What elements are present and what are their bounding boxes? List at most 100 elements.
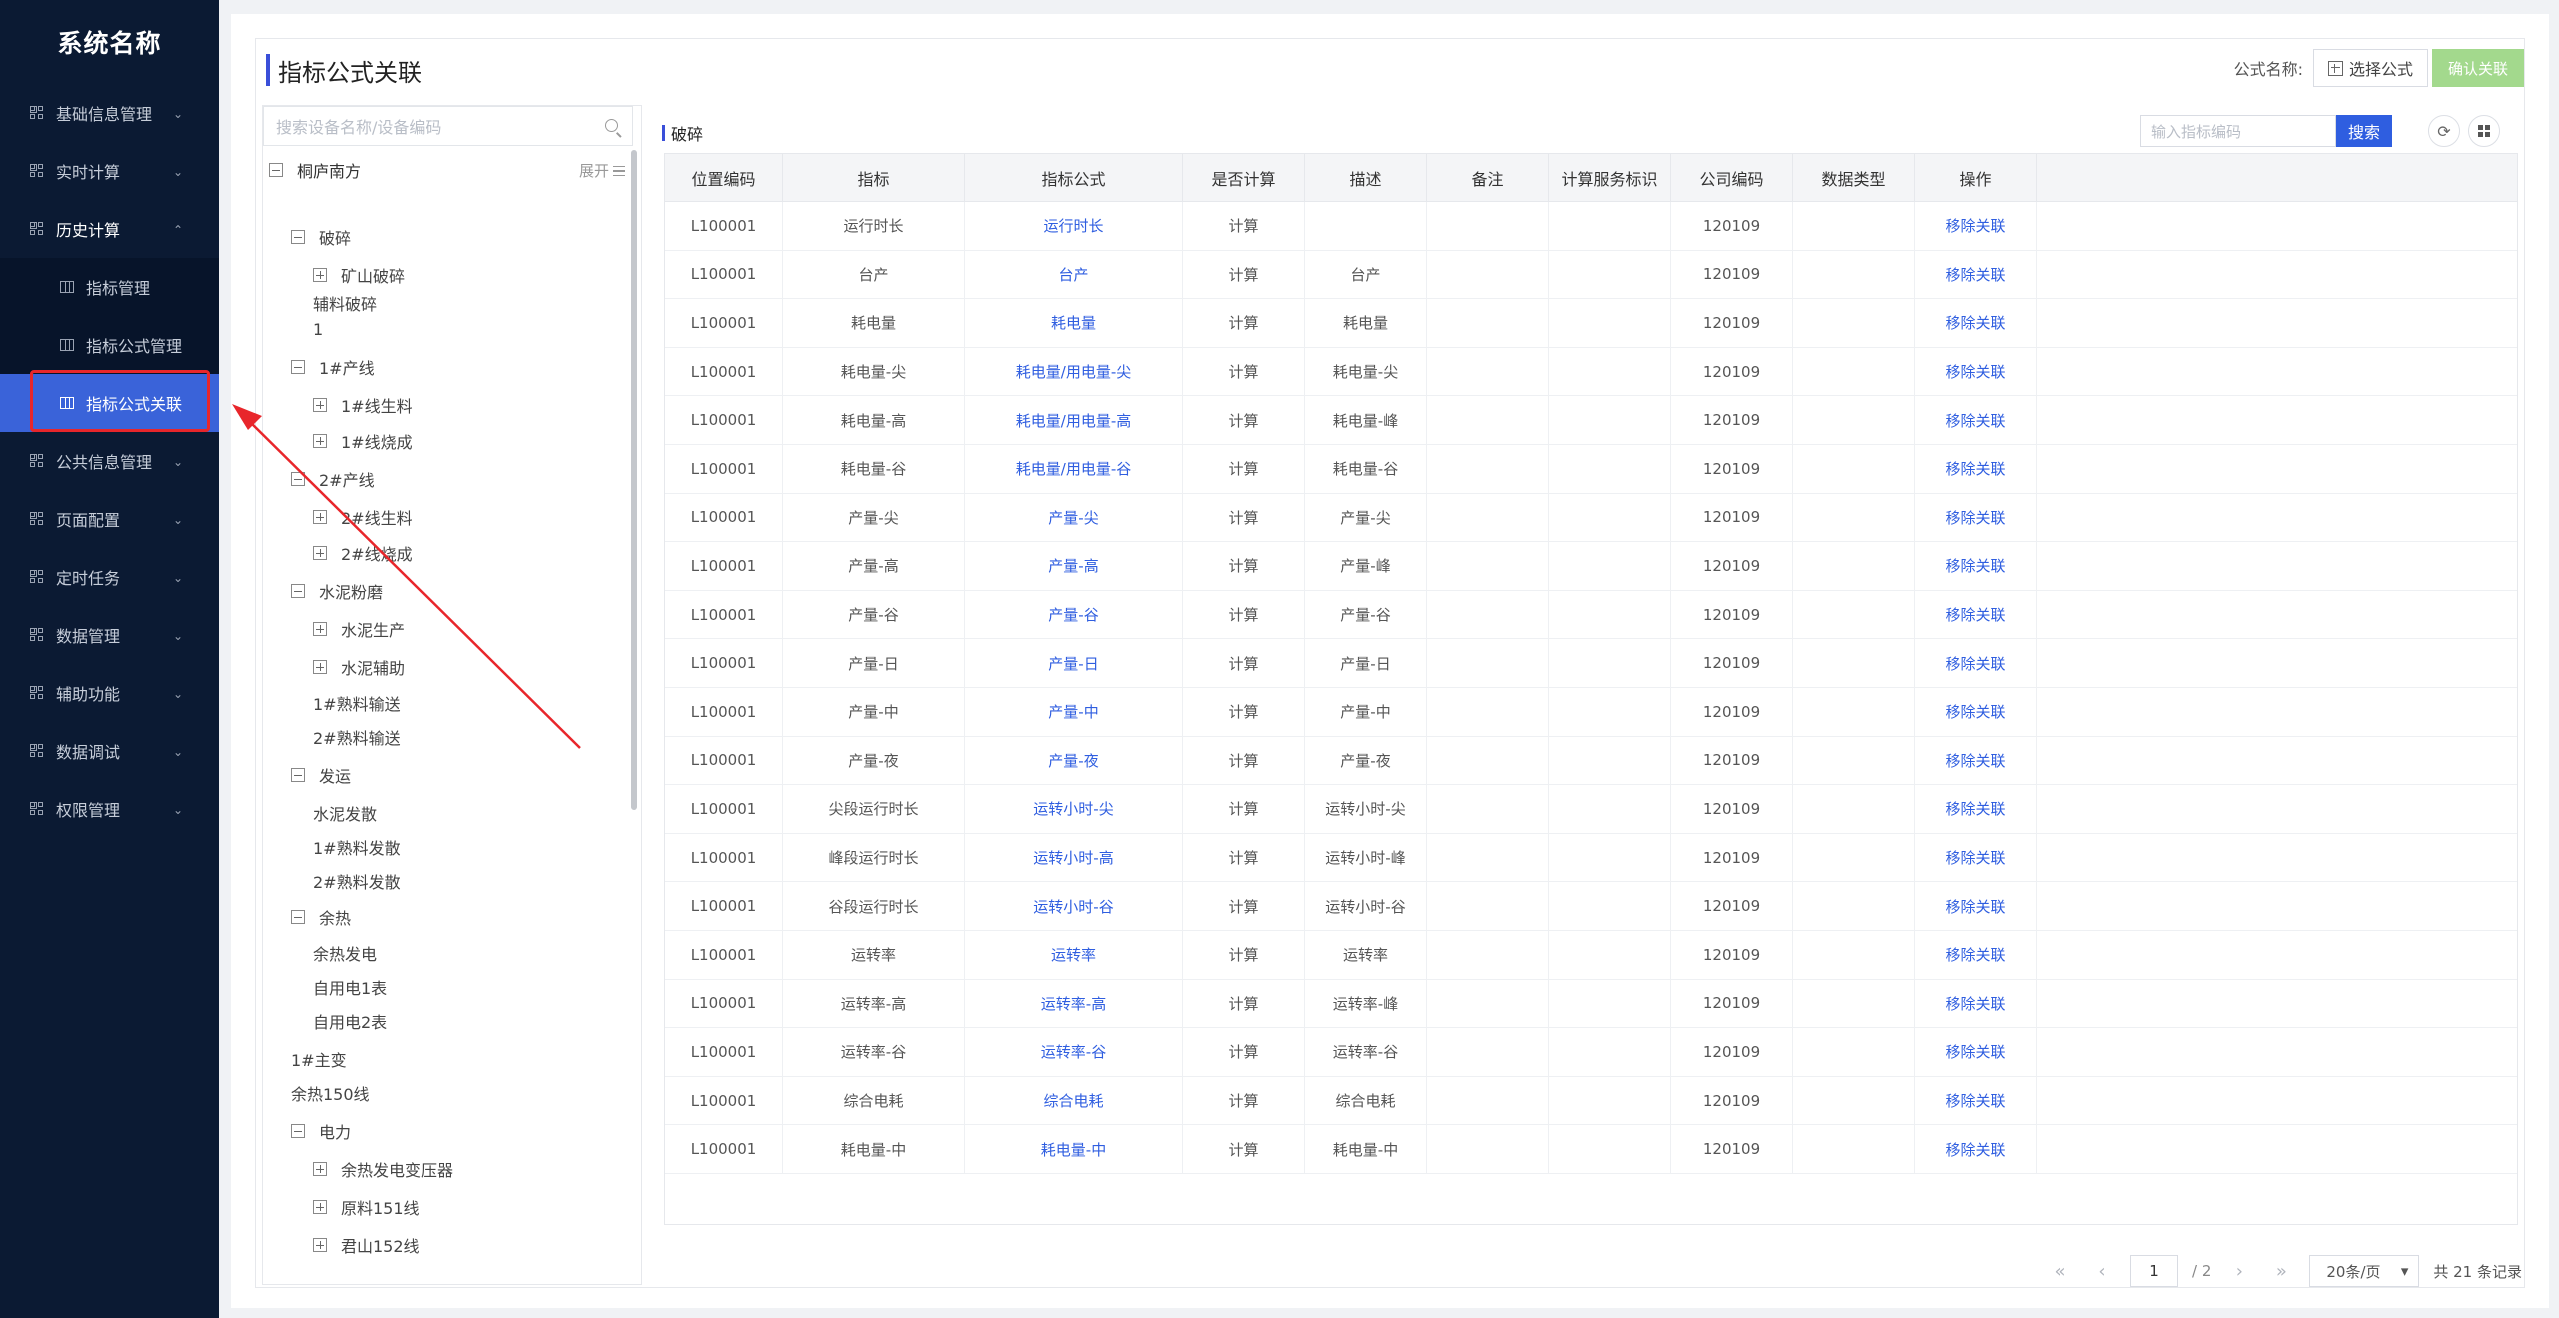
- remove-association-link[interactable]: 移除关联: [1915, 202, 2037, 250]
- collapse-icon[interactable]: [291, 768, 305, 782]
- expand-icon[interactable]: [313, 434, 327, 448]
- formula-link[interactable]: 综合电耗: [965, 1076, 1183, 1125]
- formula-link[interactable]: 耗电量: [965, 299, 1183, 347]
- remove-association-link[interactable]: 移除关联: [1915, 688, 2037, 736]
- formula-link[interactable]: 运转率: [965, 931, 1183, 979]
- tree-node[interactable]: 发运: [291, 762, 351, 788]
- tree-node[interactable]: 水泥粉磨: [291, 578, 383, 604]
- formula-link[interactable]: 运转小时-谷: [965, 882, 1183, 930]
- sidebar-item[interactable]: 数据调试 ⌄: [0, 722, 219, 780]
- remove-association-link[interactable]: 移除关联: [1915, 736, 2037, 785]
- collapse-icon[interactable]: [291, 1124, 305, 1138]
- layout-grid-icon[interactable]: [2468, 115, 2500, 147]
- collapse-icon[interactable]: [291, 360, 305, 374]
- tree-node[interactable]: 矿山破碎: [313, 262, 405, 288]
- remove-association-link[interactable]: 移除关联: [1915, 542, 2037, 590]
- next-page-icon[interactable]: ›: [2225, 1261, 2253, 1282]
- tree-node[interactable]: 水泥生产: [313, 616, 405, 642]
- tree-node[interactable]: 电力: [291, 1118, 351, 1144]
- sidebar-item[interactable]: 定时任务 ⌄: [0, 548, 219, 606]
- refresh-icon[interactable]: ⟳: [2428, 115, 2460, 147]
- formula-link[interactable]: 产量-日: [965, 639, 1183, 687]
- remove-association-link[interactable]: 移除关联: [1915, 590, 2037, 639]
- remove-association-link[interactable]: 移除关联: [1915, 1076, 2037, 1125]
- page-number-input[interactable]: 1: [2130, 1255, 2178, 1287]
- remove-association-link[interactable]: 移除关联: [1915, 833, 2037, 882]
- tree-node[interactable]: 1#线生料: [313, 392, 413, 418]
- collapse-icon[interactable]: [291, 472, 305, 486]
- sidebar-subitem[interactable]: 指标公式管理: [0, 316, 219, 374]
- tree-node[interactable]: 1#熟料发散: [313, 834, 401, 860]
- remove-association-link[interactable]: 移除关联: [1915, 347, 2037, 396]
- formula-link[interactable]: 耗电量/用电量-尖: [965, 347, 1183, 396]
- confirm-association-button[interactable]: 确认关联: [2431, 49, 2524, 87]
- tree-node[interactable]: 2#熟料发散: [313, 868, 401, 894]
- sidebar-subitem[interactable]: 指标管理: [0, 258, 219, 316]
- formula-link[interactable]: 运转率-谷: [965, 1028, 1183, 1076]
- tree-node[interactable]: 辅料破碎: [313, 290, 377, 316]
- remove-association-link[interactable]: 移除关联: [1915, 1125, 2037, 1173]
- remove-association-link[interactable]: 移除关联: [1915, 299, 2037, 347]
- remove-association-link[interactable]: 移除关联: [1915, 979, 2037, 1028]
- tree-node[interactable]: 原料151线: [313, 1194, 420, 1220]
- collapse-icon[interactable]: [291, 230, 305, 244]
- tree-node[interactable]: 2#产线: [291, 466, 375, 492]
- formula-link[interactable]: 产量-夜: [965, 736, 1183, 785]
- sidebar-item[interactable]: 基础信息管理 ⌄: [0, 84, 219, 142]
- tree-node[interactable]: 水泥辅助: [313, 654, 405, 680]
- sidebar-item[interactable]: 实时计算 ⌄: [0, 142, 219, 200]
- formula-link[interactable]: 耗电量-中: [965, 1125, 1183, 1173]
- tree-node[interactable]: 余热发电: [313, 940, 377, 966]
- tree-node[interactable]: 1#线烧成: [313, 428, 413, 454]
- tree-node[interactable]: 破碎: [291, 224, 351, 250]
- tree-node[interactable]: 自用电1表: [313, 974, 387, 1000]
- tree-node[interactable]: 2#熟料输送: [313, 724, 401, 750]
- remove-association-link[interactable]: 移除关联: [1915, 493, 2037, 542]
- tree-node[interactable]: 余热150线: [291, 1080, 370, 1106]
- formula-link[interactable]: 运转率-高: [965, 979, 1183, 1028]
- sidebar-subitem[interactable]: 指标公式关联: [0, 374, 219, 432]
- search-button[interactable]: 搜索: [2336, 115, 2392, 147]
- tree-scrollbar[interactable]: [631, 150, 637, 810]
- tree-node[interactable]: 1#主变: [291, 1046, 347, 1072]
- tree-node[interactable]: 自用电2表: [313, 1008, 387, 1034]
- page-size-select[interactable]: 20条/页 ▾: [2309, 1255, 2420, 1287]
- expand-icon[interactable]: [313, 622, 327, 636]
- tree-node[interactable]: 1: [313, 316, 323, 342]
- remove-association-link[interactable]: 移除关联: [1915, 785, 2037, 833]
- sidebar-item[interactable]: 历史计算 ⌃: [0, 200, 219, 258]
- formula-link[interactable]: 产量-高: [965, 542, 1183, 590]
- search-icon[interactable]: [605, 119, 618, 132]
- formula-link[interactable]: 耗电量/用电量-谷: [965, 445, 1183, 493]
- sidebar-item[interactable]: 辅助功能 ⌄: [0, 664, 219, 722]
- sidebar-item[interactable]: 公共信息管理 ⌄: [0, 432, 219, 490]
- remove-association-link[interactable]: 移除关联: [1915, 396, 2037, 444]
- tree-node[interactable]: 水泥发散: [313, 800, 377, 826]
- expand-icon[interactable]: [313, 268, 327, 282]
- tree-node[interactable]: 1#熟料输送: [313, 690, 401, 716]
- tree-node[interactable]: 君山152线: [313, 1232, 420, 1258]
- sidebar-item[interactable]: 数据管理 ⌄: [0, 606, 219, 664]
- remove-association-link[interactable]: 移除关联: [1915, 445, 2037, 493]
- sidebar-item[interactable]: 权限管理 ⌄: [0, 780, 219, 838]
- expand-icon[interactable]: [313, 1238, 327, 1252]
- remove-association-link[interactable]: 移除关联: [1915, 931, 2037, 979]
- collapse-icon[interactable]: [269, 163, 283, 177]
- prev-page-icon[interactable]: ‹: [2088, 1261, 2116, 1282]
- expand-icon[interactable]: [313, 1162, 327, 1176]
- remove-association-link[interactable]: 移除关联: [1915, 639, 2037, 687]
- tree-search-input[interactable]: 搜索设备名称/设备编码: [263, 106, 633, 146]
- expand-all-button[interactable]: 展开: [579, 160, 625, 181]
- select-formula-button[interactable]: 选择公式: [2312, 49, 2428, 87]
- expand-icon[interactable]: [313, 510, 327, 524]
- remove-association-link[interactable]: 移除关联: [1915, 250, 2037, 299]
- collapse-icon[interactable]: [291, 910, 305, 924]
- formula-link[interactable]: 产量-中: [965, 688, 1183, 736]
- remove-association-link[interactable]: 移除关联: [1915, 882, 2037, 930]
- expand-icon[interactable]: [313, 546, 327, 560]
- expand-icon[interactable]: [313, 1200, 327, 1214]
- tree-node[interactable]: 余热: [291, 904, 351, 930]
- formula-link[interactable]: 运行时长: [965, 202, 1183, 250]
- indicator-code-input[interactable]: 输入指标编码: [2140, 115, 2336, 147]
- last-page-icon[interactable]: »: [2267, 1261, 2295, 1282]
